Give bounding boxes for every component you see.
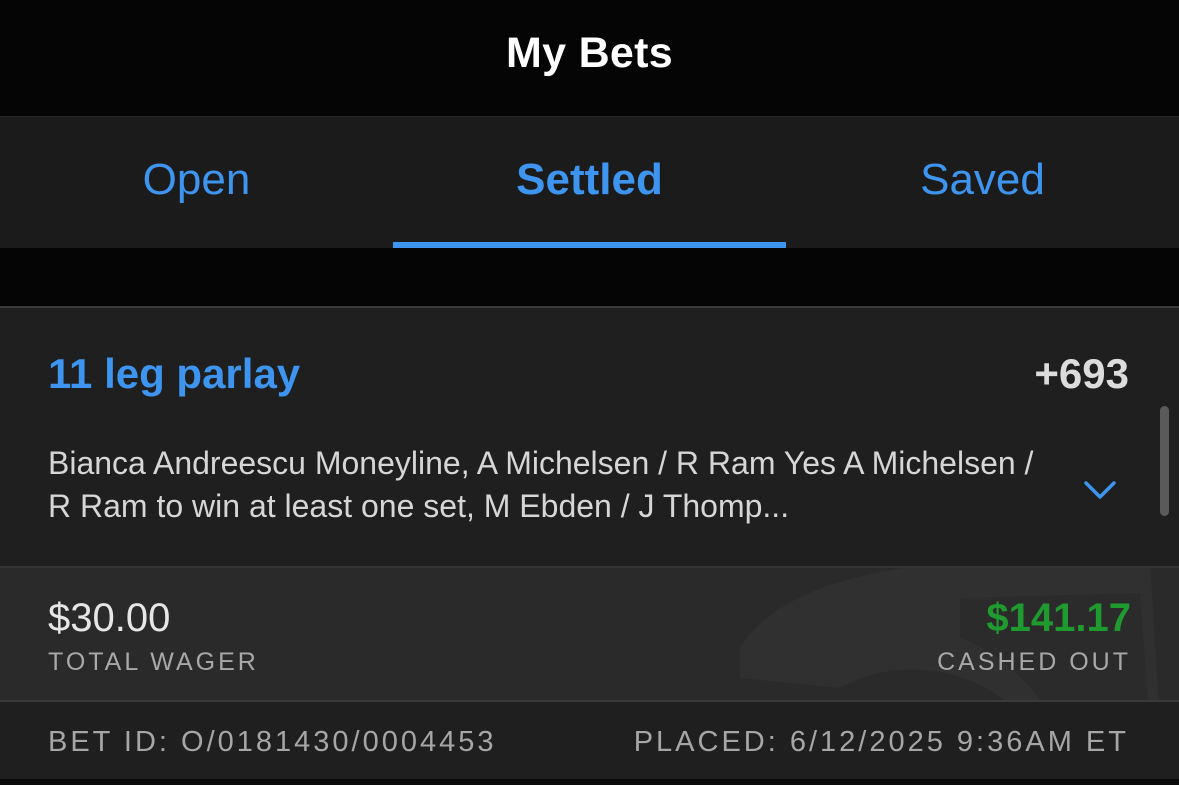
chevron-down-icon[interactable] [1080,470,1120,510]
wager-panel: $30.00 TOTAL WAGER $141.17 CASHED OUT [0,566,1179,700]
cashed-out-amount: $141.17 [986,596,1131,640]
tab-saved[interactable]: Saved [786,117,1179,248]
section-gap [0,248,1179,306]
my-bets-screen: My Bets Open Settled Saved 11 leg parlay… [0,0,1179,785]
bet-legs-summary: Bianca Andreescu Moneyline, A Michelsen … [48,445,1034,524]
total-wager-amount: $30.00 [48,596,171,640]
bet-tabs: Open Settled Saved [0,116,1179,248]
bet-title: 11 leg parlay [48,350,301,397]
tab-settled-label: Settled [516,154,663,204]
tab-open-label: Open [142,154,251,204]
bet-footer: BET ID: O/0181430/0004453 PLACED: 6/12/2… [0,700,1179,785]
tab-settled[interactable]: Settled [393,117,786,248]
tab-saved-label: Saved [920,154,1045,204]
bottom-divider [0,779,1179,785]
bet-card[interactable]: 11 leg parlay +693 Bianca Andreescu Mone… [0,306,1179,785]
page-title: My Bets [506,28,673,77]
scrollbar[interactable] [1160,406,1169,516]
bet-odds: +693 [1034,350,1129,397]
cashed-out-label: CASHED OUT [937,648,1131,676]
bet-id: BET ID: O/0181430/0004453 [48,726,497,758]
placed-timestamp: PLACED: 6/12/2025 9:36AM ET [633,726,1129,758]
tab-open[interactable]: Open [0,117,393,248]
header: My Bets [0,0,1179,116]
total-wager-label: TOTAL WAGER [48,648,259,676]
